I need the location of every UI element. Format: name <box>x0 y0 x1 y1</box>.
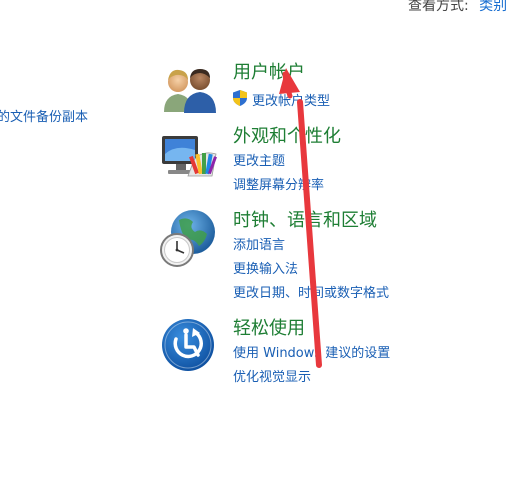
monitor-palette-icon[interactable] <box>158 130 218 182</box>
link-change-date-format[interactable]: 更改日期、时间或数字格式 <box>233 282 389 301</box>
view-by-dropdown[interactable]: 类别 <box>479 0 507 14</box>
users-icon[interactable] <box>160 64 220 114</box>
category-title-user-accounts[interactable]: 用户帐户 <box>233 58 305 84</box>
category-title-appearance[interactable]: 外观和个性化 <box>233 122 341 148</box>
link-optimize-visual-display[interactable]: 优化视觉显示 <box>233 366 311 385</box>
watermark-url: jingyan.baidu.com <box>390 469 492 482</box>
watermark-brand: Baidu经验 <box>390 401 502 468</box>
backup-copy-link[interactable]: 的文件备份副本 <box>0 106 88 125</box>
link-add-language[interactable]: 添加语言 <box>233 234 285 253</box>
link-change-theme[interactable]: 更改主题 <box>233 150 285 169</box>
category-title-ease-of-access[interactable]: 轻松使用 <box>233 314 305 340</box>
link-change-account-type[interactable]: 更改帐户类型 <box>252 90 330 109</box>
link-adjust-resolution[interactable]: 调整屏幕分辨率 <box>233 174 324 193</box>
globe-clock-icon[interactable] <box>157 208 219 270</box>
ease-of-access-icon[interactable] <box>160 317 216 373</box>
view-by-label: 查看方式: <box>408 0 469 14</box>
category-title-clock-region[interactable]: 时钟、语言和区域 <box>233 206 377 232</box>
view-by-control[interactable]: 查看方式: 类别 <box>408 0 507 15</box>
link-change-input-method[interactable]: 更换输入法 <box>233 258 298 277</box>
link-recommended-settings[interactable]: 使用 Windows 建议的设置 <box>233 342 390 361</box>
baidu-watermark: Baidu经验 jingyan.baidu.com <box>390 395 515 482</box>
uac-shield-icon <box>232 89 248 107</box>
